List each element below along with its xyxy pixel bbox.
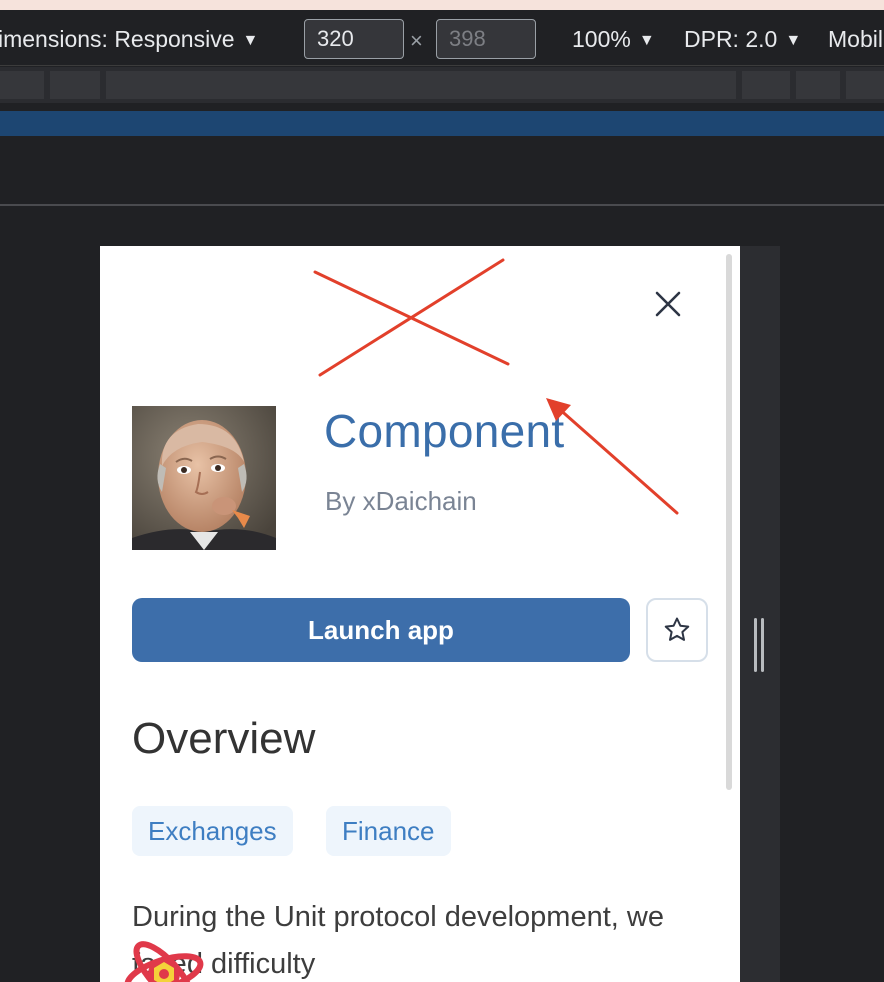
launch-app-button[interactable]: Launch app <box>132 598 630 662</box>
app-avatar <box>132 406 276 550</box>
resize-handle[interactable] <box>754 618 766 672</box>
height-input[interactable] <box>436 19 536 59</box>
emulated-viewport: Component By xDaichain Launch app Overvi… <box>100 246 740 982</box>
device-mode-dropdown[interactable]: Mobil <box>828 26 883 53</box>
zoom-label: 100% <box>572 26 631 52</box>
divider <box>0 204 884 206</box>
app-title: Component <box>324 405 565 457</box>
caret-down-icon: ▼ <box>638 32 655 49</box>
caret-down-icon: ▼ <box>242 32 259 49</box>
close-icon <box>655 291 681 317</box>
tag-exchanges[interactable]: Exchanges <box>132 806 293 856</box>
zoom-dropdown[interactable]: 100% ▼ <box>572 26 655 53</box>
device-mode-label: Mobil <box>828 26 883 52</box>
overview-heading: Overview <box>132 714 316 763</box>
times-icon: × <box>410 28 423 53</box>
dpr-dropdown[interactable]: DPR: 2.0 ▼ <box>684 26 801 53</box>
width-input[interactable] <box>304 19 404 59</box>
devtools-device-toolbar: imensions: Responsive ▼ × 100% ▼ DPR: 2.0 ▼… <box>0 10 884 66</box>
caret-down-icon: ▼ <box>785 32 802 49</box>
app-description: During the Unit protocol development, we… <box>132 901 664 980</box>
dpr-label: DPR: 2.0 <box>684 26 778 52</box>
media-query-ruler <box>0 67 884 103</box>
dimensions-dropdown[interactable]: imensions: Responsive ▼ <box>0 26 258 53</box>
ruler-segment[interactable] <box>106 71 736 99</box>
ruler-segment[interactable] <box>0 71 44 99</box>
ruler-segment[interactable] <box>796 71 840 99</box>
scrollbar[interactable] <box>726 254 732 790</box>
tag-finance[interactable]: Finance <box>326 806 451 856</box>
dimensions-label: imensions: Responsive <box>0 26 235 52</box>
media-query-bar[interactable] <box>0 111 884 136</box>
ruler-segment[interactable] <box>742 71 790 99</box>
ruler-segment[interactable] <box>846 71 884 99</box>
viewport-gutter <box>740 246 780 982</box>
app-author[interactable]: By xDaichain <box>325 486 477 517</box>
close-button[interactable] <box>650 286 686 322</box>
favorite-button[interactable] <box>646 598 708 662</box>
star-icon <box>664 617 690 641</box>
ruler-segment[interactable] <box>50 71 100 99</box>
react-logo-icon <box>122 940 206 982</box>
window-top-strip <box>0 0 884 10</box>
